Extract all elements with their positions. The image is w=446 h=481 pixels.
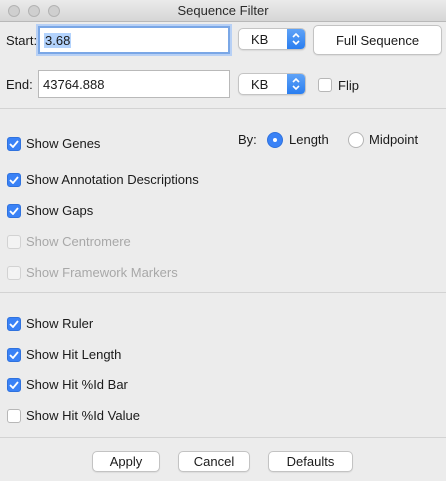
checkmark-icon	[9, 381, 19, 389]
show-gaps-checkbox[interactable]	[7, 204, 21, 218]
show-hit-length-checkbox[interactable]	[7, 348, 21, 362]
show-hit-id-value-label: Show Hit %Id Value	[26, 408, 140, 423]
by-label: By:	[238, 132, 257, 147]
end-unit-value: KB	[251, 76, 269, 92]
checkmark-icon	[9, 176, 19, 184]
chevron-updown-icon	[287, 29, 305, 49]
flip-checkbox[interactable]	[318, 78, 332, 92]
end-label: End:	[6, 77, 33, 92]
show-gaps-label: Show Gaps	[26, 203, 94, 218]
by-midpoint-label: Midpoint	[369, 132, 419, 147]
cancel-button[interactable]: Cancel	[178, 451, 250, 472]
show-centromere-label: Show Centromere	[26, 234, 131, 249]
separator	[0, 292, 446, 293]
show-hit-length-label: Show Hit Length	[26, 347, 122, 362]
show-annotation-descriptions-label: Show Annotation Descriptions	[26, 172, 199, 187]
end-input[interactable]: 43764.888	[38, 70, 230, 98]
show-hit-id-bar-checkbox[interactable]	[7, 378, 21, 392]
show-framework-markers-label: Show Framework Markers	[26, 265, 178, 280]
start-label: Start:	[6, 33, 38, 48]
show-ruler-label: Show Ruler	[26, 316, 94, 331]
by-length-label: Length	[289, 132, 329, 147]
end-unit-select[interactable]: KB	[238, 73, 306, 95]
checkmark-icon	[9, 140, 19, 148]
show-framework-markers-checkbox	[7, 266, 21, 280]
start-unit-value: KB	[251, 31, 269, 47]
show-hit-id-value-checkbox[interactable]	[7, 409, 21, 423]
start-input-value: 3.68	[44, 32, 72, 48]
show-genes-checkbox[interactable]	[7, 137, 21, 151]
show-hit-id-bar-label: Show Hit %Id Bar	[26, 377, 128, 392]
checkmark-icon	[9, 207, 19, 215]
show-genes-label: Show Genes	[26, 136, 101, 151]
show-centromere-checkbox	[7, 235, 21, 249]
by-length-radio[interactable]	[267, 132, 283, 148]
start-unit-select[interactable]: KB	[238, 28, 306, 50]
separator	[0, 108, 446, 109]
defaults-button[interactable]: Defaults	[268, 451, 353, 472]
checkmark-icon	[9, 351, 19, 359]
show-annotation-descriptions-checkbox[interactable]	[7, 173, 21, 187]
full-sequence-button[interactable]: Full Sequence	[313, 25, 442, 55]
window-title: Sequence Filter	[177, 3, 269, 18]
title-bar: Sequence Filter	[0, 0, 446, 22]
start-input[interactable]: 3.68	[38, 26, 230, 54]
flip-label: Flip	[338, 78, 359, 93]
chevron-updown-icon	[287, 74, 305, 94]
apply-button[interactable]: Apply	[92, 451, 160, 472]
end-input-value: 43764.888	[43, 76, 105, 92]
checkmark-icon	[9, 320, 19, 328]
by-midpoint-radio[interactable]	[348, 132, 364, 148]
separator	[0, 437, 446, 438]
show-ruler-checkbox[interactable]	[7, 317, 21, 331]
